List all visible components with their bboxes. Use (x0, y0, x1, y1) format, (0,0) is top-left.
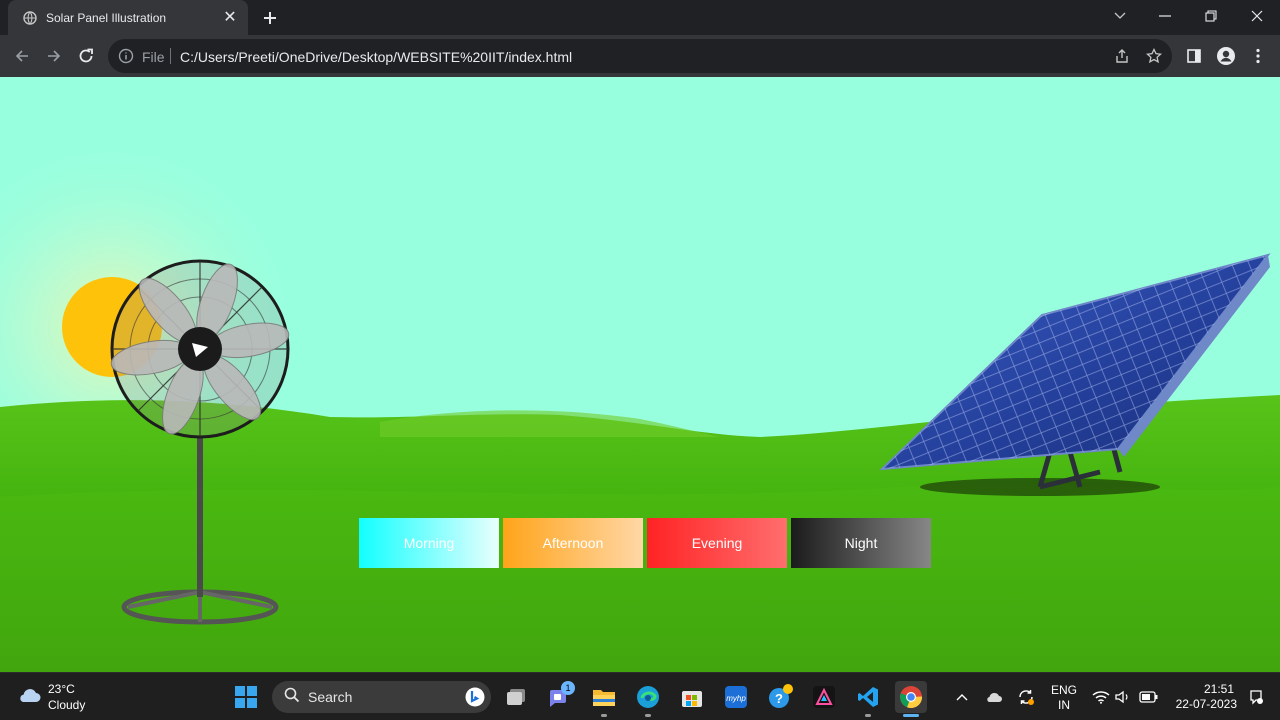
tab-title: Solar Panel Illustration (46, 10, 167, 25)
bing-icon[interactable] (465, 687, 485, 712)
info-icon[interactable] (118, 48, 134, 64)
share-icon[interactable] (1113, 47, 1131, 65)
svg-text:myhp: myhp (726, 694, 746, 703)
get-help-icon[interactable]: ? (764, 681, 796, 713)
affinity-app-icon[interactable] (808, 681, 840, 713)
globe-icon (22, 10, 38, 26)
file-explorer-folder-icon[interactable] (588, 681, 620, 713)
new-tab-button[interactable] (258, 6, 282, 30)
task-view-icon[interactable] (500, 681, 532, 713)
weather-description: Cloudy (48, 698, 86, 712)
edge-running-indicator (645, 714, 651, 717)
address-scheme-label: File (142, 49, 165, 65)
afternoon-button[interactable]: Afternoon (503, 518, 643, 568)
night-button[interactable]: Night (791, 518, 931, 568)
chrome-icon[interactable] (895, 681, 927, 713)
taskbar-search-box[interactable]: Search (272, 681, 491, 713)
clock[interactable]: 21:51 22-07-2023 (1166, 682, 1246, 712)
address-divider (170, 48, 171, 64)
start-windows-icon[interactable] (230, 681, 262, 713)
reload-icon[interactable] (70, 40, 102, 72)
clock-time: 21:51 (1203, 682, 1234, 696)
close-tab-icon[interactable]: ✕ (222, 9, 238, 26)
address-bar[interactable]: File C:/Users/Preeti/OneDrive/Desktop/WE… (108, 39, 1172, 73)
grass-shade (0, 484, 1280, 672)
microsoft-store-icon[interactable] (676, 681, 708, 713)
browser-toolbar: File C:/Users/Preeti/OneDrive/Desktop/WE… (0, 35, 1280, 77)
search-icon (284, 687, 300, 708)
onedrive-cloud-icon[interactable] (978, 681, 1010, 713)
address-url[interactable]: C:/Users/Preeti/OneDrive/Desktop/WEBSITE… (180, 49, 572, 65)
landscape-scene (0, 137, 1280, 672)
chrome-active-indicator (903, 714, 919, 717)
notification-center-icon[interactable] (1244, 681, 1268, 713)
weather-temperature: 23°C (48, 682, 75, 696)
close-window-icon[interactable] (1234, 0, 1280, 32)
tab-strip: Solar Panel Illustration ✕ (0, 0, 1280, 35)
restore-icon[interactable] (1188, 0, 1234, 32)
bookmark-star-icon[interactable] (1145, 47, 1163, 65)
minimize-icon[interactable] (1142, 0, 1188, 32)
edge-browser-icon[interactable] (632, 681, 664, 713)
weather-widget[interactable]: 23°C Cloudy (16, 681, 85, 713)
svg-text:?: ? (775, 691, 783, 706)
vscode-running-indicator (865, 714, 871, 717)
show-hidden-icons-chevron-up-icon[interactable] (946, 681, 978, 713)
language-indicator[interactable]: ENG IN (1048, 683, 1080, 713)
region-code: IN (1058, 698, 1070, 712)
teams-badge: 1 (561, 681, 575, 695)
back-arrow-icon[interactable] (6, 40, 38, 72)
forward-arrow-icon[interactable] (38, 40, 70, 72)
teams-chat-icon[interactable]: 1 (543, 681, 575, 713)
taskbar: 23°C Cloudy Search 1 myhp ? ENG IN 21:51… (0, 672, 1280, 720)
side-panel-icon[interactable] (1178, 40, 1210, 72)
sync-refresh-icon[interactable] (1010, 681, 1042, 713)
battery-icon[interactable] (1134, 681, 1164, 713)
time-of-day-buttons: Morning Afternoon Evening Night (359, 518, 931, 568)
profile-avatar-icon[interactable] (1210, 40, 1242, 72)
tab-search-chevron-down-icon[interactable] (1097, 0, 1143, 32)
distant-hill (380, 410, 720, 437)
morning-button[interactable]: Morning (359, 518, 499, 568)
language-code: ENG (1050, 683, 1077, 697)
myhp-app-icon[interactable]: myhp (720, 681, 752, 713)
evening-button[interactable]: Evening (647, 518, 787, 568)
browser-tab[interactable]: Solar Panel Illustration ✕ (8, 0, 248, 35)
cloud-weather-icon (16, 685, 42, 710)
page-viewport: Morning Afternoon Evening Night (0, 77, 1280, 672)
search-label: Search (308, 689, 353, 705)
more-menu-icon[interactable] (1242, 40, 1274, 72)
explorer-running-indicator (601, 714, 607, 717)
clock-date: 22-07-2023 (1175, 697, 1237, 711)
vscode-icon[interactable] (852, 681, 884, 713)
